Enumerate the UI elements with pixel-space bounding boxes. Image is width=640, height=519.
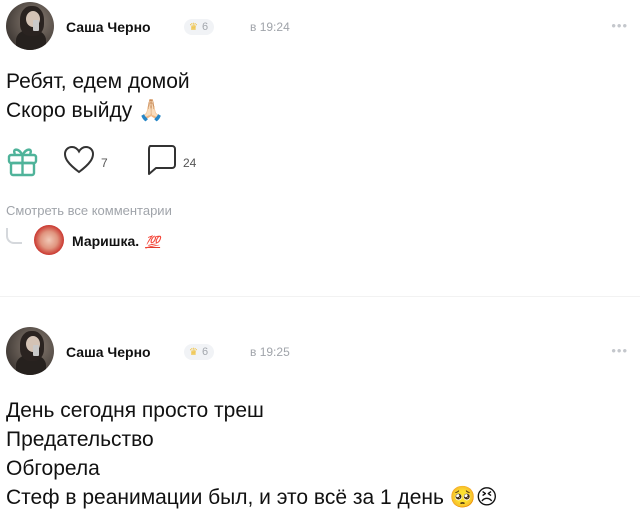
comment-count: 24 xyxy=(183,156,197,170)
more-dots-icon[interactable]: ••• xyxy=(611,343,628,358)
author-name[interactable]: Саша Черно xyxy=(66,19,151,35)
divider xyxy=(0,296,640,297)
post-text-line: День сегодня просто треш xyxy=(6,399,264,422)
comment-author-name: Маришка. xyxy=(72,233,140,249)
post-actions: 7 24 xyxy=(6,143,306,179)
post-text-line: Предательство xyxy=(6,428,154,451)
post-header: Саша Черно ♛ 6 в 19:24 ••• xyxy=(6,2,634,52)
gift-icon[interactable] xyxy=(6,143,40,177)
view-all-comments-link[interactable]: Смотреть все комментарии xyxy=(6,203,172,218)
post: Саша Черно ♛ 6 в 19:24 ••• Ребят, едем до… xyxy=(0,0,640,280)
crown-icon: ♛ xyxy=(189,347,198,358)
post-time: в 19:25 xyxy=(250,345,290,359)
post-text: Ребят, едем домой Скоро выйду 🙏🏻 xyxy=(6,67,190,125)
heart-icon[interactable] xyxy=(63,145,95,175)
comment-preview[interactable]: Маришка. 💯 xyxy=(6,222,306,258)
author-name[interactable]: Саша Черно xyxy=(66,344,151,360)
badge-count: 6 xyxy=(201,21,209,33)
post-text-line: Скоро выйду 🙏🏻 xyxy=(6,99,165,122)
badge-count: 6 xyxy=(201,346,209,358)
post-time: в 19:24 xyxy=(250,20,290,34)
crown-icon: ♛ xyxy=(189,22,198,33)
avatar[interactable] xyxy=(6,327,54,375)
avatar[interactable] xyxy=(34,225,64,255)
hundred-icon: 💯 xyxy=(145,235,161,249)
post-header: Саша Черно ♛ 6 в 19:25 ••• xyxy=(6,327,634,377)
post-text-line: Обгорела xyxy=(6,457,100,480)
post: Саша Черно ♛ 6 в 19:25 ••• День сегодня п… xyxy=(0,325,640,519)
post-text: День сегодня просто треш Предательство О… xyxy=(6,396,498,512)
comment-icon[interactable] xyxy=(145,144,177,176)
status-badge: ♛ 6 xyxy=(184,344,215,360)
post-text-line: Стеф в реанимации был, и это всё за 1 де… xyxy=(6,486,498,509)
avatar[interactable] xyxy=(6,2,54,50)
reply-connector xyxy=(6,228,22,244)
comment-author: Маришка. 💯 xyxy=(72,233,160,249)
status-badge: ♛ 6 xyxy=(184,19,215,35)
more-dots-icon[interactable]: ••• xyxy=(611,18,628,33)
post-text-line: Ребят, едем домой xyxy=(6,70,190,93)
like-count: 7 xyxy=(101,156,108,170)
